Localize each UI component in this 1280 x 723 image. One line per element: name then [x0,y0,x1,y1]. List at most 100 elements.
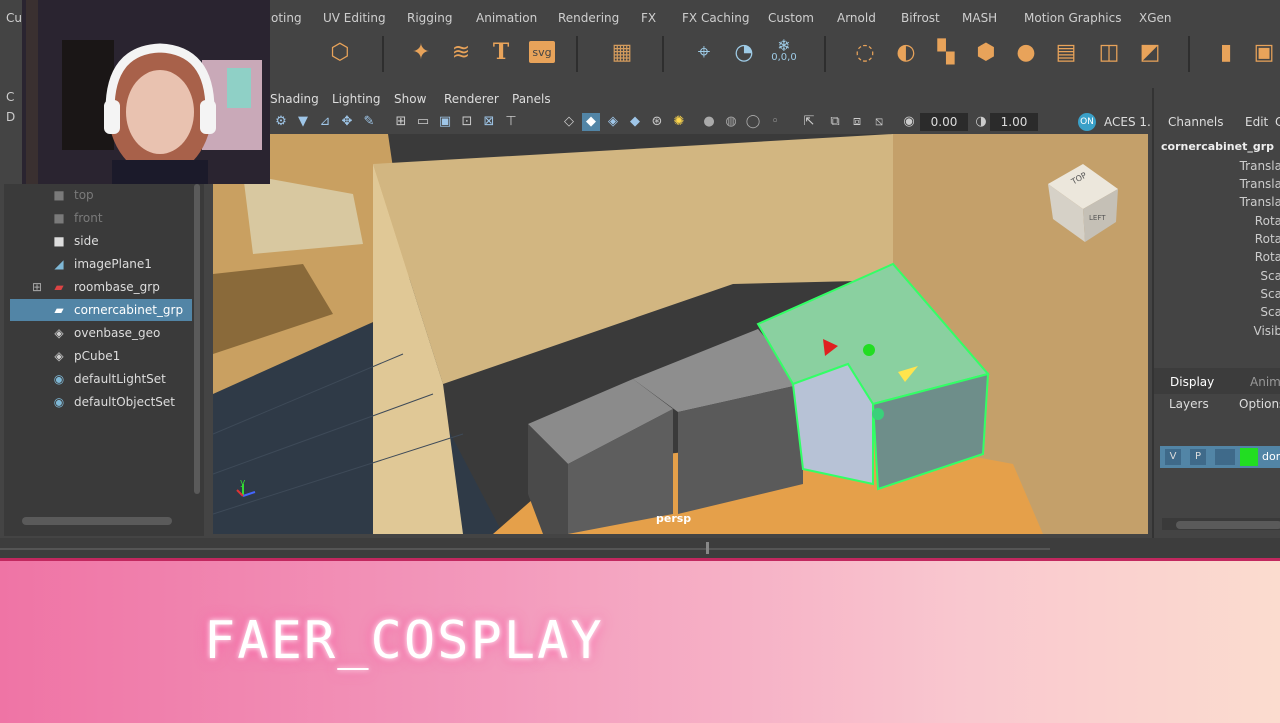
move-y-handle[interactable] [863,344,875,356]
shelf-tab-mash[interactable]: MASH [962,11,997,25]
attr-rotate-y[interactable]: Rota [1255,232,1280,246]
channels-menu[interactable]: Channels [1168,115,1224,129]
outliner-item-cornercabinet-grp[interactable]: ▰ cornercabinet_grp [10,299,194,321]
layer-name[interactable]: don [1262,450,1280,463]
film-gate-icon[interactable]: ▭ [414,113,432,131]
gamma-icon[interactable]: ◑ [972,113,990,131]
outliner-item-front[interactable]: ■ front [10,207,194,229]
extrude-icon[interactable]: ⬢ [972,38,1000,66]
attr-translate-x[interactable]: Transla [1240,159,1280,173]
anti-alias-icon[interactable]: ◯ [744,113,762,131]
menu-renderer[interactable]: Renderer [444,92,499,106]
cube-icon[interactable]: ▣ [1250,38,1278,66]
shadows-icon[interactable]: ✺ [670,113,688,131]
layer-playback-toggle[interactable]: P [1190,449,1206,465]
scrollbar-thumb[interactable] [1176,521,1280,529]
display-layer-row[interactable]: V P don [1160,446,1280,468]
grease-pencil-icon[interactable]: ✎ [360,113,378,131]
pivot-handle[interactable] [872,408,884,420]
outliner-item-pcube1[interactable]: ◈ pCube1 [10,345,194,367]
shelf-tab-fx[interactable]: FX [641,11,656,25]
wireframe-on-shaded-icon[interactable]: ◈ [604,113,622,131]
perspective-viewport[interactable]: TOP LEFT y persp [213,134,1148,534]
color-management-icon[interactable]: ON [1078,113,1096,131]
motion-blur-icon[interactable]: ◍ [722,113,740,131]
depth-of-field-icon[interactable]: ◦ [766,113,784,131]
lights-icon[interactable]: ⊛ [648,113,666,131]
layer-visibility-toggle[interactable]: V [1165,449,1181,465]
attr-rotate-z[interactable]: Rota [1255,250,1280,264]
channel-menu-c[interactable]: C [1275,115,1280,129]
safe-action-icon[interactable]: ⊤ [502,113,520,131]
image-plane-icon[interactable]: ⊿ [316,113,334,131]
grid-toggle-icon[interactable]: ⊞ [392,113,410,131]
outliner-horizontal-scrollbar[interactable] [8,514,188,526]
layers-menu[interactable]: Layers [1169,397,1209,411]
shelf-tab-1[interactable]: oting [271,11,302,25]
expand-icon[interactable]: ⊞ [32,280,42,294]
attr-translate-z[interactable]: Transla [1240,195,1280,209]
locator-icon[interactable]: ⌖ [690,38,718,66]
shelf-tab-bifrost[interactable]: Bifrost [901,11,940,25]
ambient-occlusion-icon[interactable]: ● [700,113,718,131]
time-slider[interactable] [0,538,1280,560]
colorspace-label[interactable]: ACES 1. [1104,115,1151,129]
bookmark-icon[interactable]: ▼ [294,113,312,131]
snowflake-icon[interactable]: ❄ 0,0,0 [770,38,798,66]
attr-scale-z[interactable]: Sca [1260,305,1280,319]
exposure-icon[interactable]: ◉ [900,113,918,131]
attr-visibility[interactable]: Visib [1254,324,1280,338]
scrollbar-thumb[interactable] [22,517,172,525]
outliner-item-roombase-grp[interactable]: ⊞ ▰ roombase_grp [10,276,194,298]
shelf-tab-custom[interactable]: Custom [768,11,814,25]
lasso-icon[interactable]: ◌ [851,38,879,66]
shelf-tab-motion-graphics[interactable]: Motion Graphics [1024,11,1122,25]
outliner-item-defaultobjectset[interactable]: ◉ defaultObjectSet [10,391,194,413]
helix-icon[interactable]: ≋ [447,38,475,66]
outliner-item-side[interactable]: ■ side [10,230,194,252]
shelf-tab-xgen[interactable]: XGen [1139,11,1172,25]
shelf-tab-animation[interactable]: Animation [476,11,537,25]
bevel-icon[interactable]: ▚ [932,38,960,66]
xray-joints-icon[interactable]: ⧈ [848,113,866,131]
scrollbar-thumb[interactable] [194,184,200,494]
layer-type-toggle[interactable] [1215,449,1235,465]
attr-scale-y[interactable]: Sca [1260,287,1280,301]
flip-icon[interactable]: ◩ [1136,38,1164,66]
tab-display[interactable]: Display [1170,375,1214,389]
mirror-icon[interactable]: ◫ [1095,38,1123,66]
clock-delete-icon[interactable]: ◔ [730,38,758,66]
outliner-item-imageplane1[interactable]: ◢ imagePlane1 [10,253,194,275]
select-camera-icon[interactable]: ⚙ [272,113,290,131]
attr-scale-x[interactable]: Sca [1260,269,1280,283]
timeline-current-frame[interactable] [706,542,709,554]
resolution-gate-icon[interactable]: ▣ [436,113,454,131]
outliner-item-ovenbase-geo[interactable]: ◈ ovenbase_geo [10,322,194,344]
shelf-tab-uv-editing[interactable]: UV Editing [323,11,386,25]
outliner-item-top[interactable]: ■ top [10,184,194,206]
grid-icon[interactable]: ▦ [608,38,636,66]
options-menu[interactable]: Options [1239,397,1280,411]
combine-icon[interactable]: ● [1012,38,1040,66]
block-icon[interactable]: ▮ [1212,38,1240,66]
menu-show[interactable]: Show [394,92,426,106]
menu-lighting[interactable]: Lighting [332,92,381,106]
attr-translate-y[interactable]: Transla [1240,177,1280,191]
tab-anim[interactable]: Anim [1250,375,1280,389]
blend-icon[interactable]: ◐ [892,38,920,66]
gate-mask-icon[interactable]: ⊡ [458,113,476,131]
svg-tool-icon[interactable]: svg [529,41,555,63]
channel-horizontal-scrollbar[interactable] [1162,518,1280,530]
outliner-item-defaultlightset[interactable]: ◉ defaultLightSet [10,368,194,390]
shelf-tab-0[interactable]: Cu [6,11,22,25]
shelf-tab-rigging[interactable]: Rigging [407,11,452,25]
gamma-field[interactable]: 1.00 [990,113,1038,131]
smooth-shade-icon[interactable]: ◆ [582,113,600,131]
outliner-vertical-scrollbar[interactable] [192,184,202,504]
layer-color-swatch[interactable] [1240,448,1258,466]
menu-panels[interactable]: Panels [512,92,551,106]
xray-components-icon[interactable]: ⧅ [870,113,888,131]
isolate-select-icon[interactable]: ⇱ [800,113,818,131]
shelf-tab-arnold[interactable]: Arnold [837,11,876,25]
wireframe-icon[interactable]: ◇ [560,113,578,131]
